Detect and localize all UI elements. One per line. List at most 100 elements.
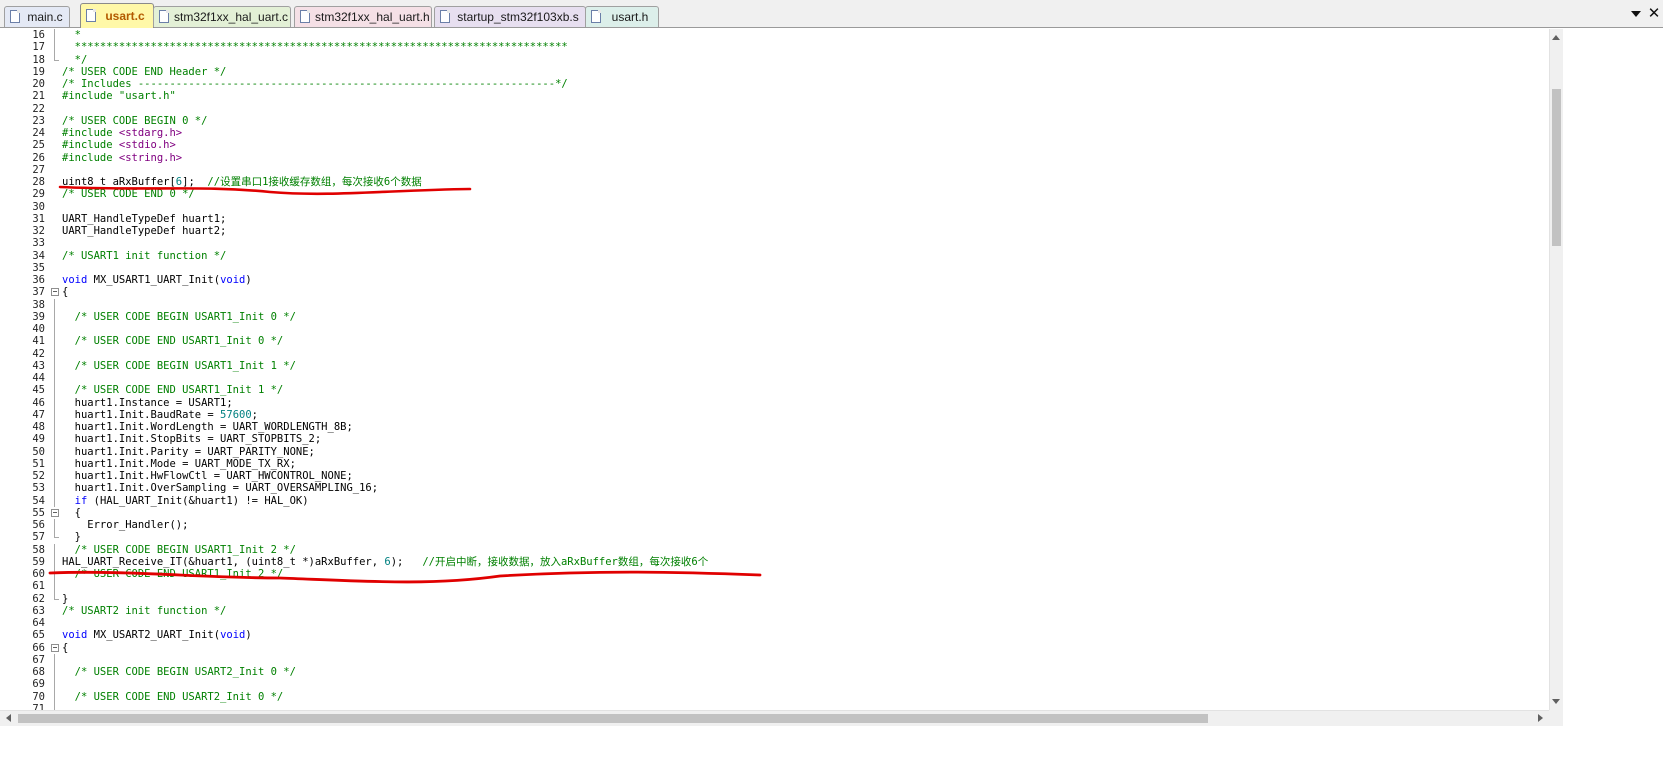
- code-line[interactable]: 40: [0, 323, 1549, 336]
- code-line[interactable]: 32 UART_HandleTypeDef huart2;: [0, 225, 1549, 237]
- code-token: ): [245, 629, 252, 642]
- code-token: MX_USART2_UART_Init(: [87, 629, 221, 642]
- code-line[interactable]: 34 /* USART1 init function */: [0, 250, 1549, 262]
- vertical-scrollbar[interactable]: [1549, 29, 1563, 710]
- fold-toggle-icon[interactable]: [50, 642, 60, 654]
- tab-stm32f1xx-hal-uart-h[interactable]: stm32f1xx_hal_uart.h: [294, 6, 432, 27]
- code-line[interactable]: 44: [0, 372, 1549, 385]
- code-line[interactable]: 60 /* USER CODE END USART1_Init 2 */: [0, 568, 1549, 581]
- code-line[interactable]: 35: [0, 262, 1549, 274]
- code-line[interactable]: 58 /* USER CODE BEGIN USART1_Init 2 */: [0, 543, 1549, 557]
- code-line[interactable]: 48 huart1.Init.WordLength = UART_WORDLEN…: [0, 421, 1549, 434]
- close-icon[interactable]: ✕: [1647, 5, 1661, 21]
- code-line[interactable]: 19 /* USER CODE END Header */: [0, 66, 1549, 78]
- code-line[interactable]: 50 huart1.Init.Parity = UART_PARITY_NONE…: [0, 445, 1549, 459]
- code-editor[interactable]: 16 * 17 *********************************…: [0, 29, 1549, 710]
- code-line[interactable]: 17 *************************************…: [0, 41, 1549, 54]
- code-line[interactable]: 69: [0, 678, 1549, 691]
- fold-toggle-icon[interactable]: [50, 507, 60, 519]
- line-number: 19: [32, 65, 45, 78]
- code-line[interactable]: 55 {: [0, 507, 1549, 519]
- code-line[interactable]: 52 huart1.Init.HwFlowCtl = UART_HWCONTRO…: [0, 470, 1549, 483]
- code-line[interactable]: 22: [0, 103, 1549, 115]
- code-line[interactable]: 24 #include <stdarg.h>: [0, 127, 1549, 139]
- code-line[interactable]: 33: [0, 237, 1549, 249]
- code-line[interactable]: 16 *: [0, 29, 1549, 42]
- horizontal-scrollbar[interactable]: [0, 710, 1549, 726]
- code-line[interactable]: 67: [0, 653, 1549, 667]
- code-line[interactable]: 30: [0, 201, 1549, 213]
- scroll-left-arrow-icon[interactable]: [4, 714, 13, 723]
- code-line[interactable]: 59 HAL_UART_Receive_IT(&huart1, (uint8_t …: [0, 555, 1549, 569]
- fold-guide: [50, 629, 60, 641]
- code-line[interactable]: 71: [0, 702, 1549, 710]
- code-line[interactable]: 62}: [0, 592, 1549, 605]
- code-line[interactable]: 51 huart1.Init.Mode = UART_MODE_TX_RX;: [0, 457, 1549, 471]
- code-line[interactable]: 65 void MX_USART2_UART_Init(void): [0, 629, 1549, 641]
- code-line[interactable]: 43 /* USER CODE BEGIN USART1_Init 1 */: [0, 359, 1549, 373]
- tab-usart-h[interactable]: usart.h: [585, 6, 659, 27]
- code-line[interactable]: 45 /* USER CODE END USART1_Init 1 */: [0, 384, 1549, 397]
- code-token: ): [245, 274, 252, 286]
- fold-toggle-icon[interactable]: [50, 286, 60, 298]
- code-line[interactable]: 41 /* USER CODE END USART1_Init 0 */: [0, 335, 1549, 348]
- vertical-scroll-thumb[interactable]: [1552, 89, 1561, 246]
- code-token: huart1.Instance = USART1;: [62, 396, 233, 409]
- code-line[interactable]: 63 /* USART2 init function */: [0, 605, 1549, 617]
- code-line[interactable]: 53 huart1.Init.OverSampling = UART_OVERS…: [0, 482, 1549, 495]
- code-token: uint8_t aRxBuffer[: [62, 176, 176, 188]
- code-text: /* USART2 init function */: [62, 605, 226, 617]
- code-line[interactable]: 42: [0, 347, 1549, 361]
- code-line[interactable]: 31 UART_HandleTypeDef huart1;: [0, 213, 1549, 225]
- code-line[interactable]: 18 */: [0, 53, 1549, 66]
- code-line[interactable]: 21 #include "usart.h": [0, 90, 1549, 102]
- fold-guide: [50, 396, 60, 410]
- code-token: /* USER CODE BEGIN USART1_Init 2 */: [62, 543, 296, 556]
- line-number: 20: [32, 78, 45, 90]
- code-line[interactable]: 25 #include <stdio.h>: [0, 139, 1549, 151]
- line-number: 55: [32, 506, 45, 519]
- code-text: huart1.Init.BaudRate = 57600;: [62, 409, 258, 421]
- tab-stm32f1xx-hal-uart-c[interactable]: stm32f1xx_hal_uart.c: [153, 6, 291, 27]
- code-token: /* USART1 init function */: [62, 249, 227, 262]
- code-token: void: [62, 629, 88, 642]
- fold-guide: [50, 384, 60, 397]
- code-text: ****************************************…: [62, 41, 568, 53]
- code-line[interactable]: 64: [0, 617, 1549, 629]
- code-line[interactable]: 36 void MX_USART1_UART_Init(void): [0, 274, 1549, 286]
- code-line[interactable]: 26 #include <string.h>: [0, 152, 1549, 164]
- code-line[interactable]: 37 {: [0, 286, 1549, 298]
- code-line[interactable]: 20 /* Includes --------------------------…: [0, 78, 1549, 90]
- code-line[interactable]: 49 huart1.Init.StopBits = UART_STOPBITS_…: [0, 433, 1549, 446]
- scroll-up-arrow-icon[interactable]: [1552, 33, 1561, 42]
- code-line[interactable]: 57 }: [0, 531, 1549, 543]
- code-line[interactable]: 70 /* USER CODE END USART2_Init 0 */: [0, 690, 1549, 704]
- code-line[interactable]: 56 Error_Handler();: [0, 519, 1549, 532]
- code-line[interactable]: 61: [0, 580, 1549, 593]
- code-line[interactable]: 29 /* USER CODE END 0 */: [0, 188, 1549, 200]
- code-line[interactable]: 39 /* USER CODE BEGIN USART1_Init 0 */: [0, 310, 1549, 324]
- code-line[interactable]: 46 huart1.Instance = USART1;: [0, 396, 1549, 410]
- fold-guide: [50, 445, 60, 459]
- tab-usart-c[interactable]: usart.c: [80, 3, 154, 28]
- scroll-right-arrow-icon[interactable]: [1536, 714, 1545, 723]
- code-text: /* USER CODE BEGIN 0 */: [62, 115, 207, 127]
- code-line[interactable]: 23 /* USER CODE BEGIN 0 */: [0, 115, 1549, 127]
- code-line[interactable]: 68 /* USER CODE BEGIN USART2_Init 0 */: [0, 666, 1549, 679]
- code-line[interactable]: 66 {: [0, 642, 1549, 654]
- line-number: 29: [32, 188, 45, 201]
- horizontal-scroll-thumb[interactable]: [18, 714, 1208, 723]
- code-line[interactable]: 27: [0, 164, 1549, 176]
- tab-startup-stm32f103xb-s[interactable]: startup_stm32f103xb.s: [434, 6, 586, 27]
- fold-guide: [50, 139, 60, 151]
- line-number: 59: [32, 555, 45, 568]
- chevron-down-icon[interactable]: [1629, 7, 1643, 21]
- code-line[interactable]: 54 if (HAL_UART_Init(&huart1) != HAL_OK): [0, 494, 1549, 508]
- tab-main-c[interactable]: main.c: [4, 6, 70, 27]
- scroll-down-arrow-icon[interactable]: [1552, 697, 1561, 706]
- code-line[interactable]: 47 huart1.Init.BaudRate = 57600;: [0, 408, 1549, 422]
- code-line[interactable]: 38: [0, 298, 1549, 312]
- code-token: ;: [251, 408, 258, 421]
- line-number: 53: [32, 482, 45, 495]
- code-line[interactable]: 28 uint8_t aRxBuffer[6]; //设置串口1接收缓存数组，每次…: [0, 176, 1549, 188]
